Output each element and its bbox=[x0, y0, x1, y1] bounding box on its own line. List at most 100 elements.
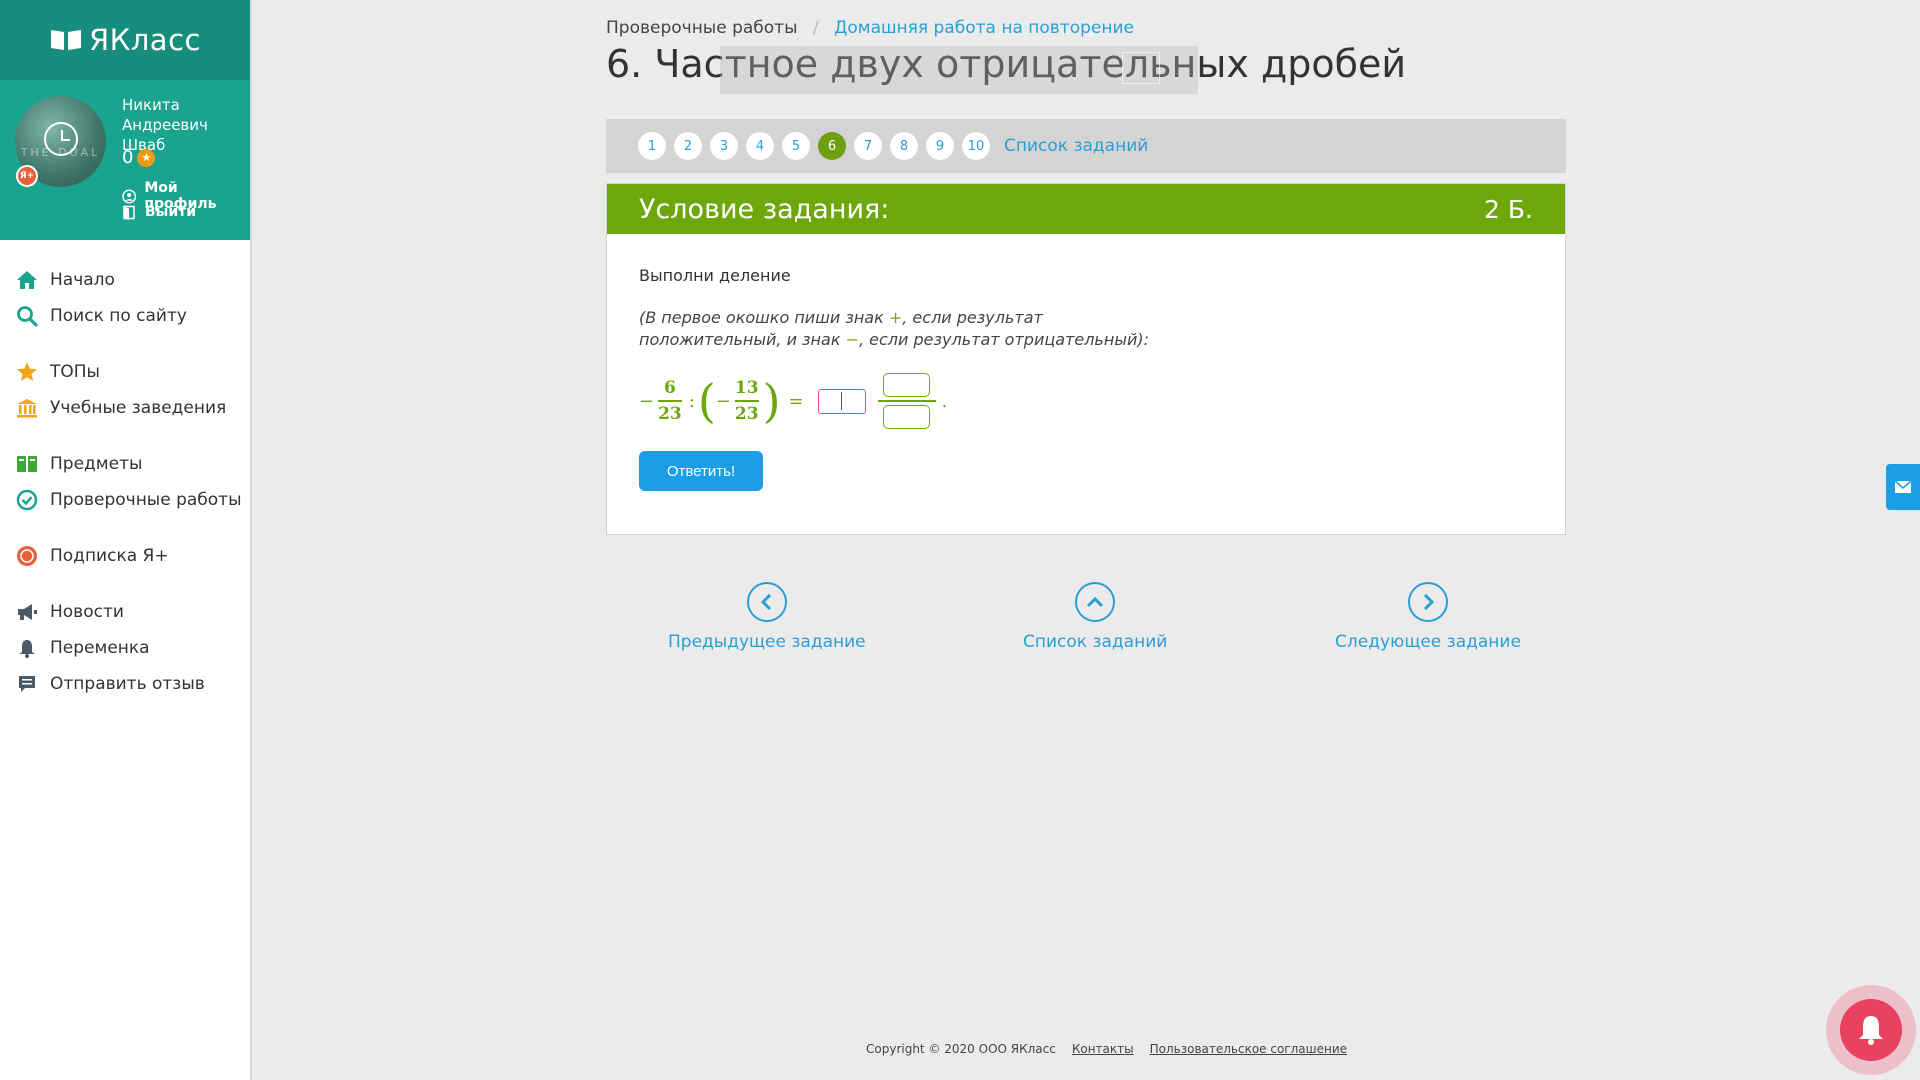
sidebar-item-tests[interactable]: Проверочные работы bbox=[0, 482, 250, 518]
institution-icon bbox=[16, 397, 38, 419]
sidebar-item-institutions[interactable]: Учебные заведения bbox=[0, 390, 250, 426]
equals-sign: = bbox=[788, 390, 804, 412]
period: . bbox=[941, 390, 948, 412]
logo[interactable]: ЯКласс bbox=[0, 0, 250, 80]
task-number-9[interactable]: 9 bbox=[926, 132, 954, 160]
numerator: 13 bbox=[734, 378, 759, 399]
bell-icon bbox=[16, 637, 38, 659]
task-number-4[interactable]: 4 bbox=[746, 132, 774, 160]
denominator-input[interactable] bbox=[883, 404, 931, 429]
sidebar-item-label: Проверочные работы bbox=[50, 490, 242, 510]
user-name: Никита Андреевич Шваб bbox=[122, 96, 208, 154]
task-number-10[interactable]: 10 bbox=[962, 132, 990, 160]
sidebar-item-label: Учебные заведения bbox=[50, 398, 227, 418]
sidebar-item-label: Переменка bbox=[50, 638, 150, 658]
breadcrumb-current[interactable]: Домашняя работа на повторение bbox=[834, 18, 1134, 38]
sidebar: ЯКласс THE DUAL Я+ Никита Андреевич Шваб… bbox=[0, 0, 252, 1080]
task-number-8[interactable]: 8 bbox=[890, 132, 918, 160]
fraction-bar bbox=[877, 400, 936, 402]
contacts-link[interactable]: Контакты bbox=[1072, 1042, 1134, 1056]
task-card: Условие задания: 2 Б. Выполни деление (В… bbox=[606, 183, 1566, 535]
sidebar-item-label: ТОПы bbox=[50, 362, 100, 382]
right-paren: ) bbox=[762, 374, 781, 428]
star-icon bbox=[16, 361, 38, 383]
feedback-tab[interactable] bbox=[1886, 464, 1920, 510]
books-icon bbox=[16, 453, 38, 475]
star-icon: ★ bbox=[137, 148, 156, 167]
sidebar-item-subjects[interactable]: Предметы bbox=[0, 446, 250, 482]
user-score: 0 ★ bbox=[122, 147, 156, 168]
breadcrumb-root[interactable]: Проверочные работы bbox=[606, 18, 798, 38]
sidebar-item-home[interactable]: Начало bbox=[0, 262, 250, 298]
overlay-box-decoration bbox=[1122, 52, 1160, 84]
sidebar-item-break[interactable]: Переменка bbox=[0, 630, 250, 666]
task-number-3[interactable]: 3 bbox=[710, 132, 738, 160]
logo-text: ЯКласс bbox=[89, 23, 201, 57]
sidebar-item-feedback[interactable]: Отправить отзыв bbox=[0, 666, 250, 702]
book-logo-icon bbox=[51, 30, 82, 50]
sidebar-item-subscription[interactable]: Подписка Я+ bbox=[0, 538, 250, 574]
footer: Copyright © 2020 ООО ЯКласс Контакты Пол… bbox=[866, 1042, 1347, 1056]
sidebar-nav: Начало Поиск по сайту ТОПы Учебные завед… bbox=[0, 240, 250, 702]
megaphone-icon bbox=[16, 601, 38, 623]
task-header: Условие задания: 2 Б. bbox=[607, 184, 1565, 234]
fraction-bar bbox=[734, 400, 759, 402]
search-icon bbox=[16, 305, 38, 327]
task-hint: (В первое окошко пиши знак + , если резул… bbox=[639, 307, 1159, 351]
math-formula: − 6 23 : ( − 13 23 ) = . bbox=[639, 373, 1533, 429]
answer-button[interactable]: Ответить! bbox=[639, 451, 763, 491]
numerator-input[interactable] bbox=[883, 373, 931, 398]
chevron-up-icon bbox=[1075, 582, 1116, 622]
task-body: Выполни деление (В первое окошко пиши зн… bbox=[607, 234, 1565, 523]
user-circle-icon bbox=[122, 189, 137, 203]
task-list-link[interactable]: Список заданий bbox=[1004, 136, 1148, 156]
sidebar-item-tops[interactable]: ТОПы bbox=[0, 354, 250, 390]
task-number-5[interactable]: 5 bbox=[782, 132, 810, 160]
task-navigation: 1 2 3 4 5 6 7 8 9 10 Список заданий bbox=[606, 119, 1566, 173]
sidebar-item-label: Начало bbox=[50, 270, 115, 290]
denominator: 23 bbox=[658, 403, 682, 424]
sidebar-item-search[interactable]: Поиск по сайту bbox=[0, 298, 250, 334]
logout-link[interactable]: Выйти bbox=[122, 204, 196, 220]
logout-link-label: Выйти bbox=[145, 204, 197, 220]
sign-input[interactable] bbox=[817, 388, 866, 414]
home-icon bbox=[16, 269, 38, 291]
left-paren: ( bbox=[697, 374, 716, 428]
fraction-bar bbox=[658, 400, 682, 402]
copyright: Copyright © 2020 ООО ЯКласс bbox=[866, 1042, 1056, 1056]
fraction-2: 13 23 bbox=[734, 378, 759, 424]
comment-icon bbox=[16, 673, 38, 695]
agreement-link[interactable]: Пользовательское соглашение bbox=[1150, 1042, 1347, 1056]
breadcrumb-separator: / bbox=[812, 18, 819, 38]
envelope-icon bbox=[1894, 480, 1912, 493]
task-number-7[interactable]: 7 bbox=[854, 132, 882, 160]
task-list-bottom-link[interactable]: Список заданий bbox=[1023, 582, 1167, 652]
subscription-icon bbox=[16, 545, 38, 567]
sidebar-item-news[interactable]: Новости bbox=[0, 594, 250, 630]
task-instruction: Выполни деление bbox=[639, 266, 791, 285]
sidebar-item-label: Подписка Я+ bbox=[50, 546, 169, 566]
breadcrumb: Проверочные работы / Домашняя работа на … bbox=[606, 18, 1134, 38]
division-sign: : bbox=[688, 390, 695, 412]
fraction-answer bbox=[877, 373, 936, 429]
next-task-link[interactable]: Следующее задание bbox=[1335, 582, 1521, 652]
logout-icon bbox=[123, 205, 135, 220]
hint-text-1: (В первое окошко пиши знак bbox=[639, 308, 889, 327]
user-panel: THE DUAL Я+ Никита Андреевич Шваб 0 ★ Мо… bbox=[0, 80, 250, 240]
check-circle-icon bbox=[16, 489, 38, 511]
denominator: 23 bbox=[734, 403, 759, 424]
subscription-badge: Я+ bbox=[16, 165, 38, 187]
task-number-6-active[interactable]: 6 bbox=[818, 132, 846, 160]
next-task-label: Следующее задание bbox=[1335, 632, 1521, 652]
task-list-label: Список заданий bbox=[1023, 632, 1168, 652]
notification-bell[interactable] bbox=[1826, 985, 1916, 1075]
numerator: 6 bbox=[664, 378, 676, 399]
hint-text-3: , если результат отрицательный): bbox=[858, 330, 1149, 349]
task-number-2[interactable]: 2 bbox=[674, 132, 702, 160]
chevron-right-icon bbox=[1407, 582, 1448, 622]
task-header-title: Условие задания: bbox=[639, 193, 890, 225]
prev-task-label: Предыдущее задание bbox=[668, 632, 866, 652]
sidebar-item-label: Поиск по сайту bbox=[50, 306, 187, 326]
prev-task-link[interactable]: Предыдущее задание bbox=[668, 582, 866, 652]
task-number-1[interactable]: 1 bbox=[638, 132, 666, 160]
